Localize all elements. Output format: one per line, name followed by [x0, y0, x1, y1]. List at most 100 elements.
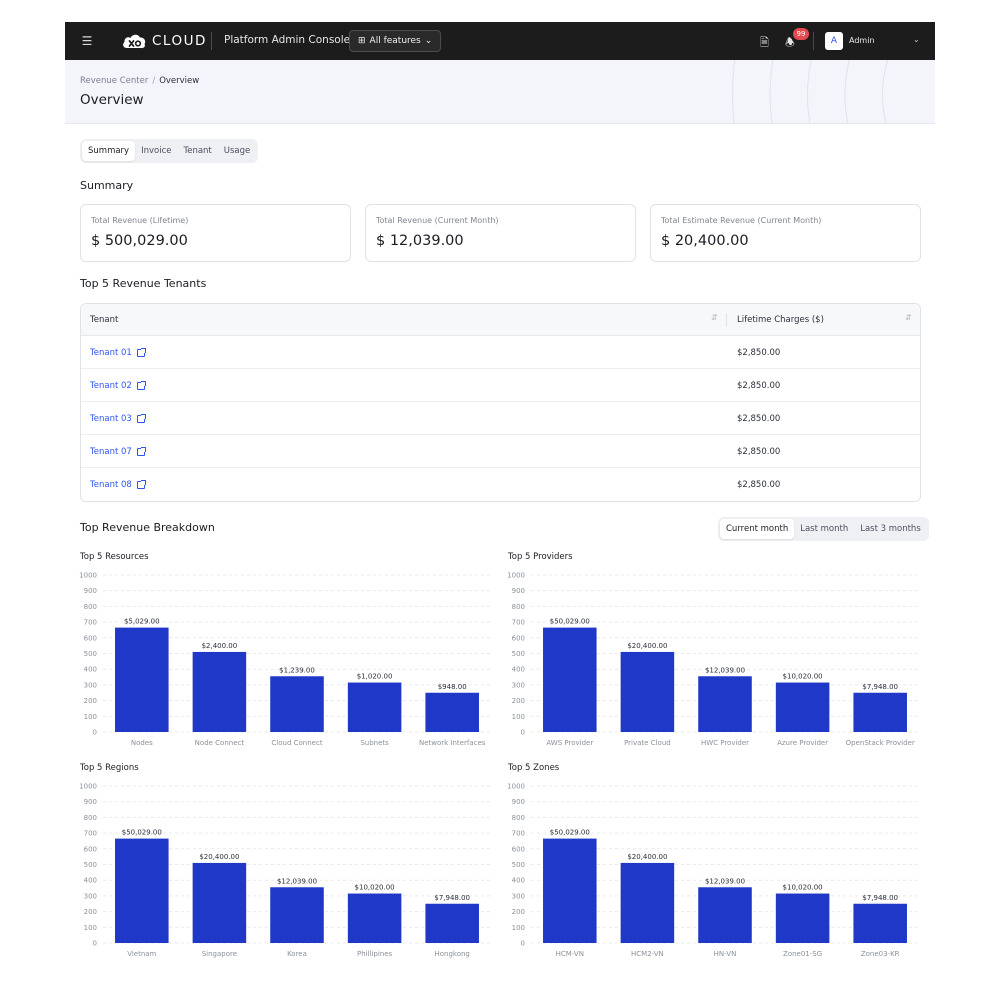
y-tick-label: 500: [512, 650, 525, 658]
x-tick-label: AWS Provider: [546, 739, 593, 747]
bar: [270, 887, 324, 943]
tenant-name[interactable]: Tenant 08: [90, 480, 132, 490]
data-label: $7,948.00: [434, 894, 470, 902]
chart-regions: 0 100 200 300 400 500 600 700 800 900 1000 $50,029.…: [79, 783, 491, 958]
external-link-icon[interactable]: [136, 447, 146, 456]
tenant-link[interactable]: Tenant 07: [90, 447, 146, 457]
y-tick-label: 400: [512, 666, 525, 674]
y-tick-label: 0: [521, 729, 525, 737]
table-row: Tenant 01 $2,850.00: [81, 336, 920, 369]
period-last-month[interactable]: Last month: [794, 519, 854, 539]
data-label: $20,400.00: [627, 642, 667, 650]
period-current-month[interactable]: Current month: [720, 519, 795, 539]
avatar[interactable]: A: [825, 32, 843, 50]
cloud-logo-icon: [123, 34, 146, 49]
top-bar: ☰ CLOUD Platform Admin Console ⊞ All fea…: [65, 22, 935, 60]
tab-usage[interactable]: Usage: [218, 141, 256, 161]
topbar-divider-2: [813, 32, 814, 50]
top-tenants-table: Tenant ⇵ Lifetime Charges ($) ⇵ Tenant 0…: [80, 303, 921, 502]
tab-summary[interactable]: Summary: [82, 141, 136, 161]
tenant-name[interactable]: Tenant 07: [90, 447, 132, 457]
y-tick-label: 0: [521, 940, 525, 948]
bar: [270, 676, 324, 732]
x-tick-label: Azure Provider: [777, 739, 828, 747]
card-value: $ 500,029.00: [91, 233, 188, 249]
bar: [853, 903, 907, 943]
chart-title-resources: Top 5 Resources: [80, 552, 149, 562]
data-label: $50,029.00: [550, 618, 590, 626]
x-tick-label: Network Interfaces: [419, 739, 486, 747]
data-label: $2,400.00: [202, 642, 238, 650]
sort-icon[interactable]: ⇵: [905, 313, 912, 322]
y-tick-label: 200: [512, 697, 525, 705]
x-tick-label: Singapore: [202, 950, 237, 958]
external-link-icon[interactable]: [136, 480, 146, 489]
document-icon[interactable]: 🗎: [760, 34, 769, 53]
chart-title-regions: Top 5 Regions: [80, 763, 139, 773]
x-tick-label: OpenStack Provider: [846, 739, 915, 747]
page-header: Revenue Center / Overview Overview: [65, 60, 935, 124]
x-tick-label: HN-VN: [714, 950, 737, 958]
bar: [620, 862, 675, 943]
data-label: $1,020.00: [357, 673, 393, 681]
y-tick-label: 400: [84, 877, 97, 885]
x-tick-label: Vietnam: [127, 950, 156, 958]
tenant-link[interactable]: Tenant 01: [90, 348, 146, 358]
table-row: Tenant 03 $2,850.00: [81, 402, 920, 435]
tenant-name[interactable]: Tenant 01: [90, 348, 132, 358]
tab-invoice[interactable]: Invoice: [135, 141, 177, 161]
bar: [543, 838, 597, 943]
column-header-tenant[interactable]: Tenant: [90, 315, 118, 325]
breadcrumb: Revenue Center / Overview: [80, 76, 200, 86]
page-title: Overview: [80, 92, 144, 108]
user-name[interactable]: Admin: [849, 36, 875, 45]
period-last-3-months[interactable]: Last 3 months: [854, 519, 927, 539]
chart-title-zones: Top 5 Zones: [508, 763, 560, 773]
data-label: $1,239.00: [279, 666, 315, 674]
column-header-lifetime-charges[interactable]: Lifetime Charges ($): [737, 315, 824, 325]
external-link-icon[interactable]: [136, 381, 146, 390]
chart-providers: 0 100 200 300 400 500 600 700 800 900 1000 $50,029.…: [507, 572, 919, 747]
external-link-icon[interactable]: [136, 414, 146, 423]
summary-title: Summary: [80, 179, 134, 192]
tenant-link[interactable]: Tenant 02: [90, 381, 146, 391]
brand[interactable]: CLOUD: [121, 30, 207, 52]
tenant-link[interactable]: Tenant 03: [90, 414, 146, 424]
data-label: $7,948.00: [862, 683, 898, 691]
all-features-button[interactable]: ⊞ All features ⌄: [349, 30, 442, 52]
card-total-revenue-current-month: Total Revenue (Current Month) $ 12,039.0…: [365, 204, 636, 262]
all-features-label: All features: [369, 36, 421, 46]
data-label: $12,039.00: [277, 877, 317, 885]
table-row: Tenant 08 $2,850.00: [81, 468, 920, 501]
y-tick-label: 200: [512, 908, 525, 916]
x-tick-label: Zone03-KR: [861, 950, 900, 958]
tenant-link[interactable]: Tenant 08: [90, 480, 146, 490]
tenant-name[interactable]: Tenant 02: [90, 381, 132, 391]
data-label: $20,400.00: [199, 853, 239, 861]
bar: [775, 682, 830, 732]
menu-icon[interactable]: ☰: [79, 33, 95, 49]
x-tick-label: Phillipines: [357, 950, 393, 958]
y-tick-label: 800: [84, 603, 97, 611]
data-label: $20,400.00: [627, 853, 667, 861]
breadcrumb-revenue-center[interactable]: Revenue Center: [80, 76, 148, 86]
y-tick-label: 700: [512, 830, 525, 838]
tab-tenant[interactable]: Tenant: [177, 141, 217, 161]
sort-icon[interactable]: ⇵: [711, 313, 718, 322]
bar: [192, 651, 247, 732]
y-tick-label: 700: [84, 830, 97, 838]
user-menu-chevron-icon[interactable]: ⌄: [913, 35, 920, 44]
y-tick-label: 300: [84, 892, 97, 900]
card-label: Total Estimate Revenue (Current Month): [661, 216, 822, 225]
y-tick-label: 500: [512, 861, 525, 869]
top-tenants-title: Top 5 Revenue Tenants: [80, 277, 207, 290]
data-label: $50,029.00: [122, 829, 162, 837]
tenant-name[interactable]: Tenant 03: [90, 414, 132, 424]
bar: [853, 692, 907, 732]
header-decoration: [732, 60, 889, 123]
y-tick-label: 100: [512, 713, 525, 721]
external-link-icon[interactable]: [136, 348, 146, 357]
data-label: $7,948.00: [862, 894, 898, 902]
x-tick-label: Zone01-SG: [783, 950, 822, 958]
x-tick-label: Nodes: [131, 739, 153, 747]
